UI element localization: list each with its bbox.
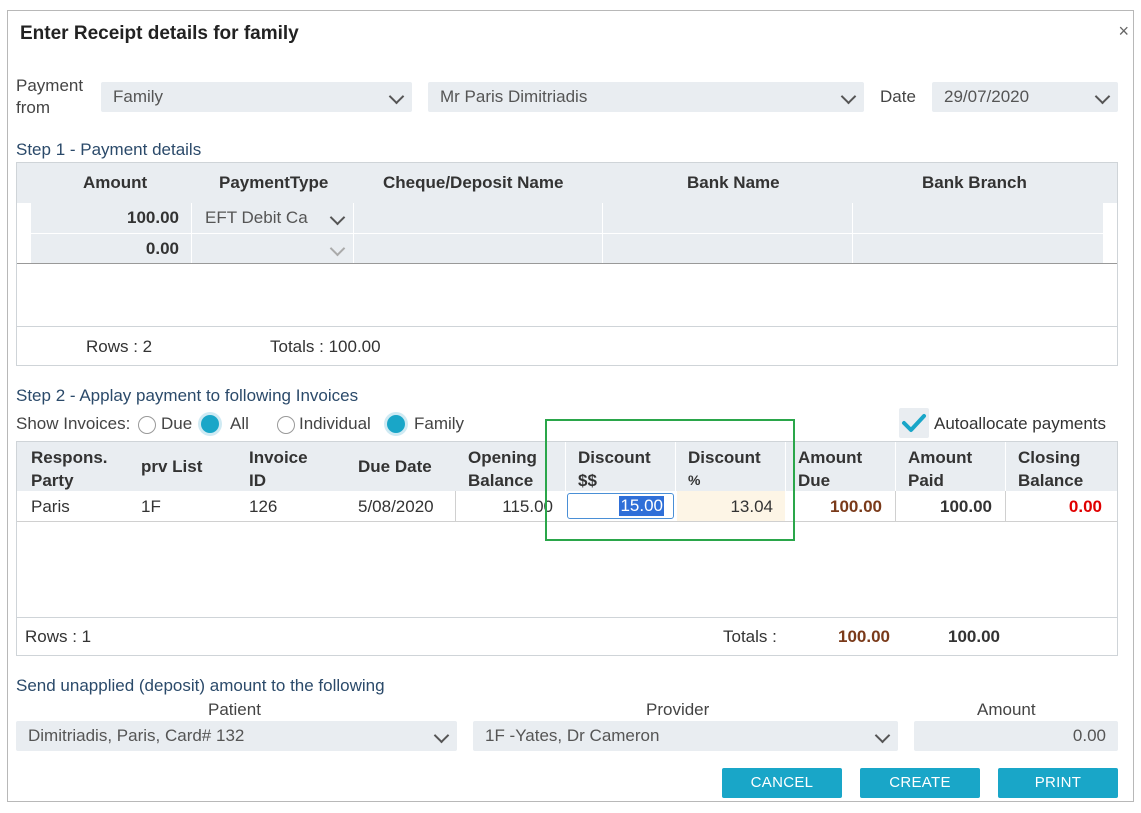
- table-row[interactable]: 100.00 EFT Debit Ca: [31, 203, 1103, 233]
- unapplied-label: Send unapplied (deposit) amount to the f…: [16, 676, 385, 695]
- step2-rows-count: Rows : 1: [25, 627, 92, 646]
- payment-from-person-select[interactable]: Mr Paris Dimitriadis: [428, 82, 864, 112]
- table-row[interactable]: 0.00: [31, 233, 1103, 264]
- amount-input[interactable]: 0.00: [914, 721, 1118, 751]
- checkmark-icon: [902, 414, 926, 432]
- step2-totals-label: Totals :: [723, 627, 777, 646]
- cell-amount-due: 100.00: [830, 497, 882, 516]
- step1-label: Step 1 - Payment details: [16, 140, 202, 159]
- cell-due-date: 5/08/2020: [358, 497, 434, 516]
- date-value: 29/07/2020: [944, 87, 1030, 106]
- total-amount-due: 100.00: [838, 627, 890, 646]
- col-bank-name: Bank Name: [687, 173, 780, 192]
- payment-details-grid: Amount PaymentType Cheque/Deposit Name B…: [16, 162, 1118, 366]
- radio-due[interactable]: [138, 416, 156, 434]
- row-payment-type-select[interactable]: [191, 234, 354, 264]
- amount-value: 0.00: [1072, 726, 1106, 745]
- chevron-down-icon: [1094, 88, 1111, 105]
- patient-value: Dimitriadis, Paris, Card# 132: [28, 726, 245, 745]
- chevron-down-icon: [840, 88, 857, 105]
- col-due-date: Due Date: [358, 457, 432, 476]
- dialog-title: Enter Receipt details for family: [20, 23, 299, 44]
- col-respons-party: Respons. Party: [31, 448, 108, 490]
- row-payment-type-value: EFT Debit Ca: [205, 208, 308, 227]
- chevron-down-icon: [433, 727, 450, 744]
- highlight-box: [545, 419, 795, 541]
- autoallocate-label[interactable]: Autoallocate payments: [934, 414, 1106, 434]
- step1-rows-count: Rows : 2: [86, 337, 153, 356]
- show-invoices-label: Show Invoices:: [16, 414, 131, 433]
- payment-from-person-value: Mr Paris Dimitriadis: [440, 87, 588, 106]
- provider-value: 1F -Yates, Dr Cameron: [485, 726, 660, 745]
- col-amount-paid: Amount Paid: [908, 448, 973, 490]
- print-button[interactable]: PRINT: [998, 768, 1118, 798]
- radio-family-label[interactable]: Family: [414, 414, 464, 434]
- cancel-button[interactable]: CANCEL: [722, 768, 842, 798]
- patient-label: Patient: [208, 700, 261, 719]
- patient-select[interactable]: Dimitriadis, Paris, Card# 132: [16, 721, 457, 751]
- col-prv-list: prv List: [141, 457, 203, 476]
- row-amount[interactable]: 100.00: [31, 208, 179, 228]
- chevron-down-icon: [329, 209, 346, 226]
- chevron-down-icon: [329, 240, 346, 257]
- cell-closing-balance: 0.00: [1068, 497, 1102, 516]
- radio-family[interactable]: [387, 415, 405, 433]
- radio-due-label[interactable]: Due: [161, 414, 192, 434]
- date-label: Date: [880, 87, 916, 106]
- provider-label: Provider: [646, 700, 710, 719]
- date-select[interactable]: 29/07/2020: [932, 82, 1118, 112]
- cell-invoice-id: 126: [249, 497, 278, 516]
- radio-individual[interactable]: [277, 416, 295, 434]
- provider-select[interactable]: 1F -Yates, Dr Cameron: [473, 721, 898, 751]
- chevron-down-icon: [388, 88, 405, 105]
- payment-from-label: Payment from: [16, 76, 84, 117]
- amount-label: Amount: [977, 700, 1036, 719]
- payment-from-type-select[interactable]: Family: [101, 82, 412, 112]
- row-amount[interactable]: 0.00: [31, 239, 179, 259]
- cell-party: Paris: [31, 497, 70, 516]
- step2-label: Step 2 - Applay payment to following Inv…: [16, 386, 359, 405]
- col-amount: Amount: [83, 173, 148, 192]
- col-bank-branch: Bank Branch: [922, 173, 1027, 192]
- cell-opening-balance: 115.00: [502, 497, 553, 516]
- close-icon[interactable]: ×: [1118, 21, 1129, 42]
- radio-all-label[interactable]: All: [230, 414, 249, 434]
- col-invoice-id: Invoice ID: [249, 448, 308, 490]
- autoallocate-checkbox[interactable]: [899, 408, 929, 438]
- step1-totals: Totals : 100.00: [270, 337, 381, 356]
- radio-all[interactable]: [201, 415, 219, 433]
- col-opening-balance: Opening Balance: [468, 448, 537, 490]
- total-amount-paid: 100.00: [948, 627, 1000, 646]
- create-button[interactable]: CREATE: [860, 768, 980, 798]
- cell-prv-list: 1F: [141, 497, 161, 516]
- col-payment-type: PaymentType: [219, 173, 329, 192]
- payment-from-type-value: Family: [113, 87, 164, 106]
- col-closing-balance: Closing Balance: [1018, 448, 1084, 490]
- radio-individual-label[interactable]: Individual: [299, 414, 371, 434]
- col-amount-due: Amount Due: [798, 448, 863, 490]
- chevron-down-icon: [874, 727, 891, 744]
- cell-amount-paid[interactable]: 100.00: [897, 497, 992, 517]
- row-payment-type-select[interactable]: EFT Debit Ca: [191, 203, 354, 233]
- col-cheque-name: Cheque/Deposit Name: [383, 173, 564, 192]
